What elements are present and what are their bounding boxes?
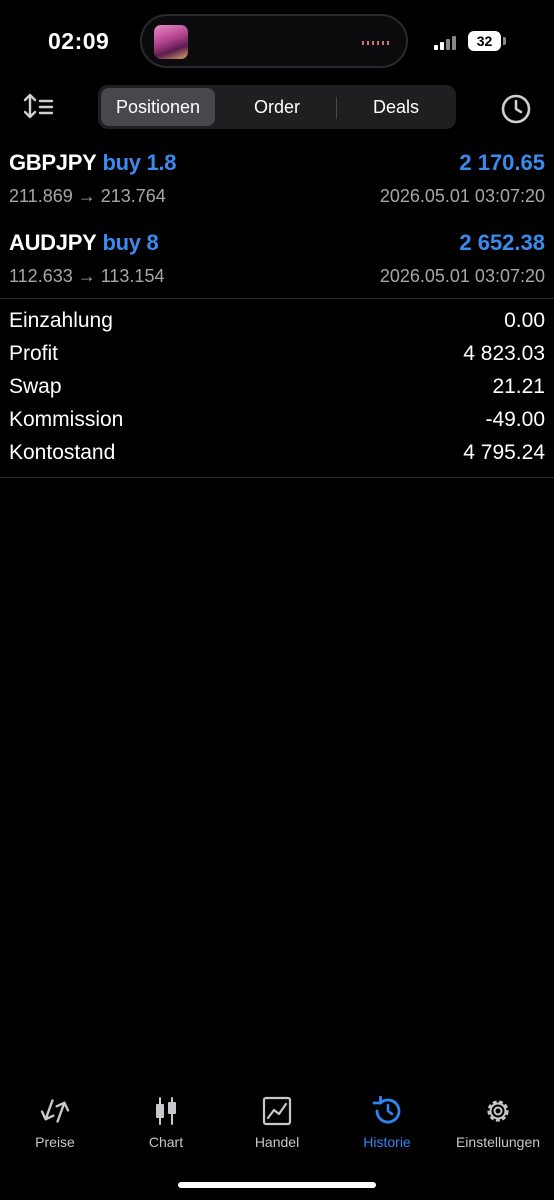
position-profit: 2 652.38 xyxy=(459,230,545,255)
summary-label: Kontostand xyxy=(9,441,116,464)
position-side: buy 1.8 xyxy=(102,150,177,175)
tab-label: Einstellungen xyxy=(455,1134,541,1150)
position-prices: 112.633 → 113.154 xyxy=(9,266,165,286)
position-row[interactable]: GBPJPY buy 1.8 2 170.65 211.869 → 213.764… xyxy=(0,150,554,222)
summary-row-kontostand: Kontostand 4 795.24 xyxy=(0,441,554,474)
arrows-up-down-icon xyxy=(40,1099,70,1123)
summary-label: Swap xyxy=(9,375,62,398)
summary-value: -49.00 xyxy=(485,408,545,431)
position-time: 2026.05.01 03:07:20 xyxy=(379,186,545,206)
tab-historie[interactable]: Historie xyxy=(332,1090,442,1154)
history-icon xyxy=(372,1096,401,1124)
summary-label: Profit xyxy=(9,342,59,365)
position-side: buy 8 xyxy=(102,230,159,255)
tab-preise[interactable]: Preise xyxy=(0,1090,110,1154)
tab-positionen[interactable]: Positionen xyxy=(101,88,215,126)
toolbar: Positionen Order Deals xyxy=(0,84,554,132)
status-bar: 02:09 32 xyxy=(0,0,554,80)
tab-label: Chart xyxy=(148,1134,184,1150)
divider xyxy=(0,298,554,299)
summary-value: 0.00 xyxy=(504,309,545,332)
position-symbol-line: GBPJPY buy 1.8 xyxy=(9,150,176,176)
tab-einstellungen[interactable]: Einstellungen xyxy=(443,1090,553,1154)
candlestick-icon xyxy=(156,1097,176,1125)
cellular-signal-icon xyxy=(434,36,460,50)
position-prices: 211.869 → 213.764 xyxy=(9,186,166,206)
sort-icon[interactable] xyxy=(22,92,56,122)
tab-label: Historie xyxy=(363,1134,411,1150)
position-symbol: AUDJPY xyxy=(9,230,97,255)
trade-chart-icon xyxy=(262,1096,292,1126)
summary-value: 4 795.24 xyxy=(463,441,545,464)
summary-row-swap: Swap 21.21 xyxy=(0,375,554,408)
history-segmented-control: Positionen Order Deals xyxy=(98,85,456,129)
home-indicator[interactable] xyxy=(178,1182,376,1188)
summary-value: 21.21 xyxy=(492,375,545,398)
position-profit: 2 170.65 xyxy=(459,150,545,175)
dynamic-island[interactable] xyxy=(140,14,408,68)
tab-handel[interactable]: Handel xyxy=(222,1090,332,1154)
summary-row-kommission: Kommission -49.00 xyxy=(0,408,554,441)
battery-tip xyxy=(503,37,506,45)
position-symbol-line: AUDJPY buy 8 xyxy=(9,230,159,256)
summary-row-einzahlung: Einzahlung 0.00 xyxy=(0,309,554,342)
summary-value: 4 823.03 xyxy=(463,342,545,365)
position-row[interactable]: AUDJPY buy 8 2 652.38 112.633 → 113.154 2… xyxy=(0,230,554,302)
tab-order[interactable]: Order xyxy=(220,88,334,126)
gear-icon xyxy=(487,1100,509,1122)
clock-icon[interactable] xyxy=(499,92,533,126)
now-playing-artwork xyxy=(154,25,188,59)
divider xyxy=(0,477,554,478)
battery-icon: 32 xyxy=(468,31,501,51)
tab-label: Handel xyxy=(254,1134,300,1150)
position-time: 2026.05.01 03:07:20 xyxy=(379,266,545,286)
position-symbol: GBPJPY xyxy=(9,150,97,175)
audio-waveform-icon xyxy=(362,41,392,45)
summary-label: Einzahlung xyxy=(9,309,113,332)
tab-chart[interactable]: Chart xyxy=(111,1090,221,1154)
tab-deals[interactable]: Deals xyxy=(339,88,453,126)
segment-divider xyxy=(336,97,337,119)
summary-row-profit: Profit 4 823.03 xyxy=(0,342,554,375)
bottom-tab-bar: Preise Chart Handel Historie Einstellung… xyxy=(0,1090,554,1160)
summary-label: Kommission xyxy=(9,408,124,431)
status-time: 02:09 xyxy=(48,28,110,54)
tab-label: Preise xyxy=(35,1134,75,1150)
